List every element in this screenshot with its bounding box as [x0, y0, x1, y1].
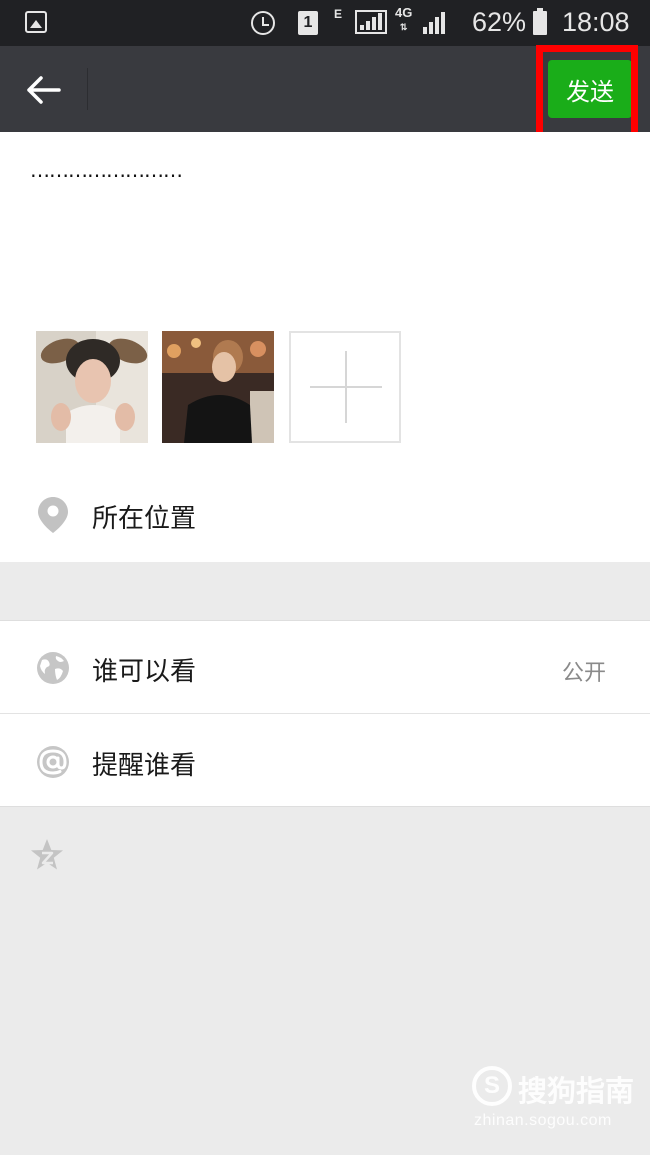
- visibility-row[interactable]: 谁可以看 公开: [0, 621, 650, 714]
- toolbar-divider: [87, 68, 88, 110]
- settings-list: 谁可以看 公开 提醒谁看: [0, 620, 650, 807]
- sim-icon: 1: [298, 11, 318, 35]
- signal-strength-icon: [355, 10, 387, 34]
- signal-strength-2-icon: [423, 10, 445, 34]
- at-icon: [37, 746, 69, 778]
- visibility-label: 谁可以看: [92, 657, 197, 687]
- photo-1-image: [36, 331, 148, 443]
- network-e-label: E: [334, 7, 343, 21]
- watermark-url: zhinan.sogou.com: [474, 1112, 612, 1129]
- location-label: 所在位置: [92, 504, 197, 534]
- data-arrows-icon: ⇅: [399, 22, 408, 32]
- clock: 18:08: [562, 7, 630, 37]
- back-button[interactable]: [22, 70, 66, 110]
- add-photo-button[interactable]: [289, 331, 401, 443]
- status-bar: 1 E 4G ⇅ 62% 18:08: [0, 0, 650, 46]
- gallery-notification-icon: [25, 11, 47, 33]
- network-4g-label: 4G: [395, 5, 413, 20]
- arrow-left-icon: [27, 76, 61, 104]
- battery-percent: 62%: [472, 7, 527, 37]
- globe-icon: [37, 652, 69, 684]
- app-bar: 发送: [0, 46, 650, 132]
- send-button[interactable]: 发送: [548, 60, 632, 118]
- visibility-value: 公开: [561, 661, 606, 686]
- location-row[interactable]: 所在位置: [0, 482, 650, 562]
- photo-2-image: [162, 331, 274, 443]
- alarm-icon: [251, 11, 275, 35]
- sogou-logo-icon: S: [472, 1066, 512, 1106]
- star-icon[interactable]: [30, 838, 64, 872]
- location-pin-icon: [38, 497, 68, 533]
- post-composer: …………………… 所在位置: [0, 132, 650, 562]
- mention-row[interactable]: 提醒谁看: [0, 715, 650, 808]
- post-text-input[interactable]: ……………………: [30, 158, 183, 182]
- network-4g-icon: 4G ⇅: [395, 6, 412, 34]
- watermark-title: 搜狗指南: [518, 1074, 635, 1108]
- mention-label: 提醒谁看: [92, 751, 197, 781]
- photo-thumbnail-1[interactable]: [36, 331, 148, 443]
- battery-icon: [533, 8, 547, 35]
- photo-thumbnail-2[interactable]: [162, 331, 274, 443]
